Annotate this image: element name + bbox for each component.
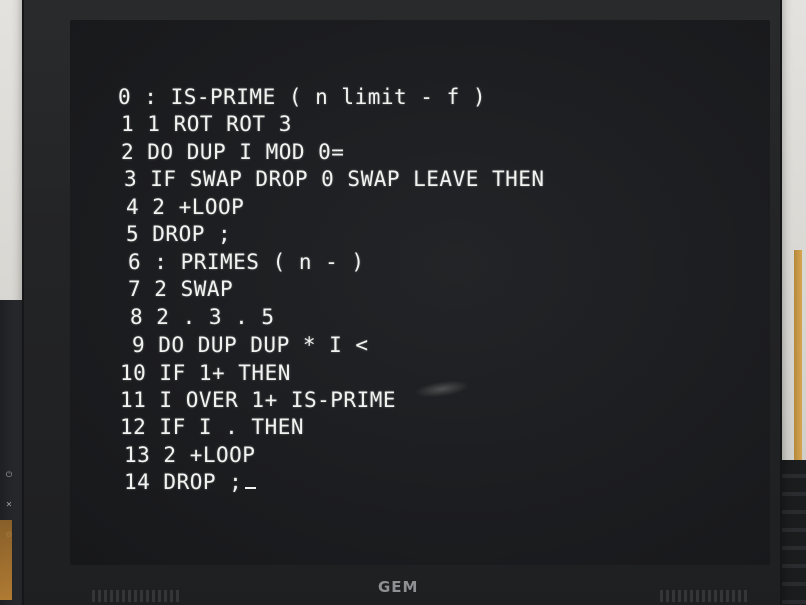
close-icon: ✕ [5,500,13,509]
code-line-3: 3 IF SWAP DROP 0 SWAP LEAVE THEN [124,167,545,191]
code-line-6: 6 : PRIMES ( n - ) [128,250,365,274]
shelf-post [794,250,802,460]
monitor-brand-logo: GEM [378,578,419,596]
code-line-2: 2 DO DUP I MOD 0= [121,140,345,164]
code-line-11: 11 I OVER 1+ IS-PRIME [120,388,397,412]
monitor-screen: 0 : IS-PRIME ( n limit - f ) 1 1 ROT ROT… [70,20,770,565]
code-line-7: 7 2 SWAP [128,277,234,301]
code-line-10: 10 IF 1+ THEN [120,361,291,385]
code-line-4: 4 2 +LOOP [126,195,245,219]
code-line-8: 8 2 . 3 . 5 [130,305,275,329]
code-line-13: 13 2 +LOOP [124,443,256,467]
code-line-0: 0 : IS-PRIME ( n limit - f ) [118,85,487,109]
code-line-1: 1 1 ROT ROT 3 [121,112,292,136]
code-line-12: 12 IF I . THEN [120,415,305,439]
screen-smudge [415,378,469,400]
power-icon: ⏻ [5,470,13,479]
speaker-vent-right [660,590,750,602]
speaker-vent-left [92,590,182,602]
code-line-5: 5 DROP ; [126,222,232,246]
left-monitor-glow [0,520,12,600]
code-line-9: 9 DO DUP DUP * I < [132,333,369,357]
photo-scene: ⏻ ✕ ⚙ 0 : IS-PRIME ( n limit - f ) 1 1 R… [0,0,806,605]
code-line-14: 14 DROP ; [124,469,257,496]
text-cursor [245,487,257,489]
code-line-14-text: 14 DROP ; [124,470,243,494]
